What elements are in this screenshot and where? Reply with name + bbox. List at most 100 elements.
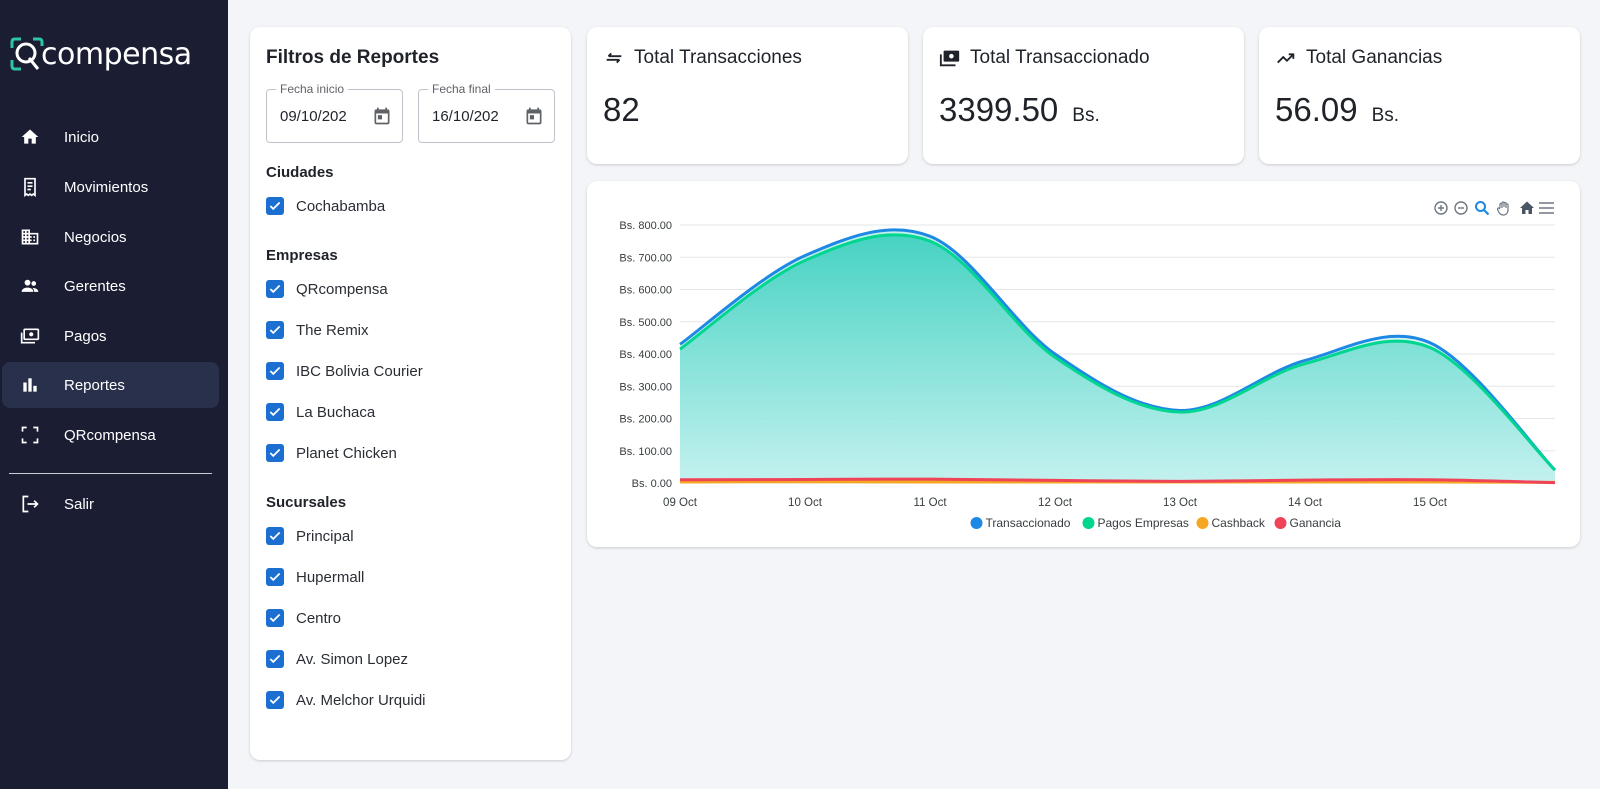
sidebar-item-gerentes[interactable]: Gerentes xyxy=(2,263,219,309)
y-tick-label: Bs. 100.00 xyxy=(619,446,672,458)
company-checkbox[interactable]: La Buchaca xyxy=(266,401,375,423)
qr-frame-icon xyxy=(19,424,41,446)
branch-checkbox[interactable]: Centro xyxy=(266,607,341,629)
trending-up-icon xyxy=(1277,53,1295,64)
city-checkbox[interactable]: Cochabamba xyxy=(266,195,385,217)
sidebar-divider xyxy=(9,473,212,474)
checkbox-label: Cochabamba xyxy=(296,197,386,215)
y-tick-label: Bs. 500.00 xyxy=(619,317,672,329)
zoom-in-icon[interactable] xyxy=(1434,201,1448,215)
sidebar-item-inicio[interactable]: Inicio xyxy=(2,114,219,160)
x-tick-label: 12 Oct xyxy=(1038,497,1073,509)
sidebar-item-negocios[interactable]: Negocios xyxy=(2,214,219,260)
brand-name: compensa xyxy=(41,36,192,72)
sidebar-item-reportes[interactable]: Reportes xyxy=(2,362,219,408)
kpi-unit: Bs. xyxy=(1072,105,1100,126)
sidebar-item-label: Movimientos xyxy=(64,178,149,196)
y-tick-label: Bs. 400.00 xyxy=(619,349,672,361)
sidebar-item-label: Pagos xyxy=(64,327,107,345)
legend-label[interactable]: Pagos Empresas xyxy=(1098,516,1189,530)
bar-chart-icon xyxy=(19,374,41,396)
checkbox-checked-icon[interactable] xyxy=(266,691,284,709)
sidebar-item-salir[interactable]: Salir xyxy=(2,481,219,527)
logout-icon xyxy=(19,493,41,515)
y-tick-label: Bs. 0.00 xyxy=(632,478,672,490)
checkbox-label: Hupermall xyxy=(296,568,365,586)
calendar-icon[interactable] xyxy=(372,106,392,126)
kpi-value: 3399.50 xyxy=(939,91,1059,128)
pan-hand-icon[interactable] xyxy=(1496,201,1509,216)
payments-icon xyxy=(19,325,41,347)
legend-marker xyxy=(1196,517,1209,529)
business-icon xyxy=(19,226,41,248)
area-chart: Bs. 0.00 Bs. 100.00 Bs. 200.00 Bs. 300.00 Bs… xyxy=(619,201,1557,530)
home-icon xyxy=(19,126,41,148)
legend-label[interactable]: Ganancia xyxy=(1290,516,1342,530)
y-tick-label: Bs. 800.00 xyxy=(619,220,672,232)
checkbox-checked-icon[interactable] xyxy=(266,444,284,462)
checkbox-checked-icon[interactable] xyxy=(266,197,284,215)
menu-icon[interactable] xyxy=(1539,202,1554,214)
x-tick-label: 10 Oct xyxy=(788,497,823,509)
checkbox-label: Av. Simon Lopez xyxy=(296,650,409,668)
zoom-out-icon[interactable] xyxy=(1454,201,1468,215)
sidebar-item-label: Salir xyxy=(64,495,95,513)
checkbox-checked-icon[interactable] xyxy=(266,609,284,627)
legend-label[interactable]: Transaccionado xyxy=(986,516,1071,530)
y-tick-label: Bs. 700.00 xyxy=(619,252,672,264)
branch-checkbox[interactable]: Hupermall xyxy=(266,566,364,588)
checkbox-checked-icon[interactable] xyxy=(266,650,284,668)
calendar-icon[interactable] xyxy=(524,106,544,126)
brand-logo[interactable]: compensa xyxy=(9,34,192,74)
kpi-value: 56.09 xyxy=(1275,91,1358,128)
end-date-field[interactable]: Fecha final 16/10/202 xyxy=(418,82,555,143)
company-checkbox[interactable]: The Remix xyxy=(266,319,369,341)
y-tick-label: Bs. 300.00 xyxy=(619,381,672,393)
checkbox-checked-icon[interactable] xyxy=(266,280,284,298)
company-checkbox[interactable]: IBC Bolivia Courier xyxy=(266,360,423,382)
sidebar: compensa Inicio Movimientos Negocios Ger… xyxy=(0,0,228,789)
x-tick-label: 11 Oct xyxy=(913,497,947,509)
filters-title: Filtros de Reportes xyxy=(266,47,440,68)
y-tick-label: Bs. 600.00 xyxy=(619,285,672,297)
chart-toolbar xyxy=(1434,201,1554,216)
sidebar-item-movimientos[interactable]: Movimientos xyxy=(2,164,219,210)
legend-marker xyxy=(1274,517,1287,529)
start-date-field[interactable]: Fecha inicio 09/10/202 xyxy=(266,82,403,143)
series-area xyxy=(680,234,1555,483)
reset-home-icon[interactable] xyxy=(1520,201,1534,215)
start-date-label: Fecha inicio xyxy=(276,82,349,96)
qr-logo-icon xyxy=(10,37,44,71)
checkbox-label: Av. Melchor Urquidi xyxy=(296,691,426,709)
checkbox-checked-icon[interactable] xyxy=(266,321,284,339)
branch-checkbox[interactable]: Principal xyxy=(266,525,354,547)
legend-marker xyxy=(1082,517,1095,529)
checkbox-label: Planet Chicken xyxy=(296,444,397,462)
kpi-total-transaccionado: Total Transaccionado 3399.50 Bs. xyxy=(923,27,1244,164)
end-date-label: Fecha final xyxy=(428,82,495,96)
y-tick-label: Bs. 200.00 xyxy=(619,414,672,426)
checkbox-label: Centro xyxy=(296,609,342,627)
branch-checkbox[interactable]: Av. Simon Lopez xyxy=(266,648,408,670)
sidebar-item-qrcompensa[interactable]: QRcompensa xyxy=(2,412,219,458)
sidebar-item-pagos[interactable]: Pagos xyxy=(2,313,219,359)
cash-icon xyxy=(939,50,960,67)
company-checkbox[interactable]: QRcompensa xyxy=(266,278,388,300)
sidebar-item-label: Gerentes xyxy=(64,277,126,295)
checkbox-checked-icon[interactable] xyxy=(266,568,284,586)
checkbox-label: QRcompensa xyxy=(296,280,388,298)
checkbox-checked-icon[interactable] xyxy=(266,362,284,380)
receipt-icon xyxy=(19,176,41,198)
branches-heading: Sucursales xyxy=(266,494,347,511)
selection-zoom-icon[interactable] xyxy=(1475,201,1490,216)
checkbox-label: Principal xyxy=(296,527,354,545)
company-checkbox[interactable]: Planet Chicken xyxy=(266,442,397,464)
branch-checkbox[interactable]: Av. Melchor Urquidi xyxy=(266,689,426,711)
checkbox-checked-icon[interactable] xyxy=(266,403,284,421)
checkbox-label: The Remix xyxy=(296,321,369,339)
kpi-title: Total Transaccionado xyxy=(970,47,1150,68)
x-tick-label: 09 Oct xyxy=(663,497,698,509)
legend-label[interactable]: Cashback xyxy=(1212,516,1266,530)
checkbox-checked-icon[interactable] xyxy=(266,527,284,545)
x-tick-label: 15 Oct xyxy=(1413,497,1448,509)
